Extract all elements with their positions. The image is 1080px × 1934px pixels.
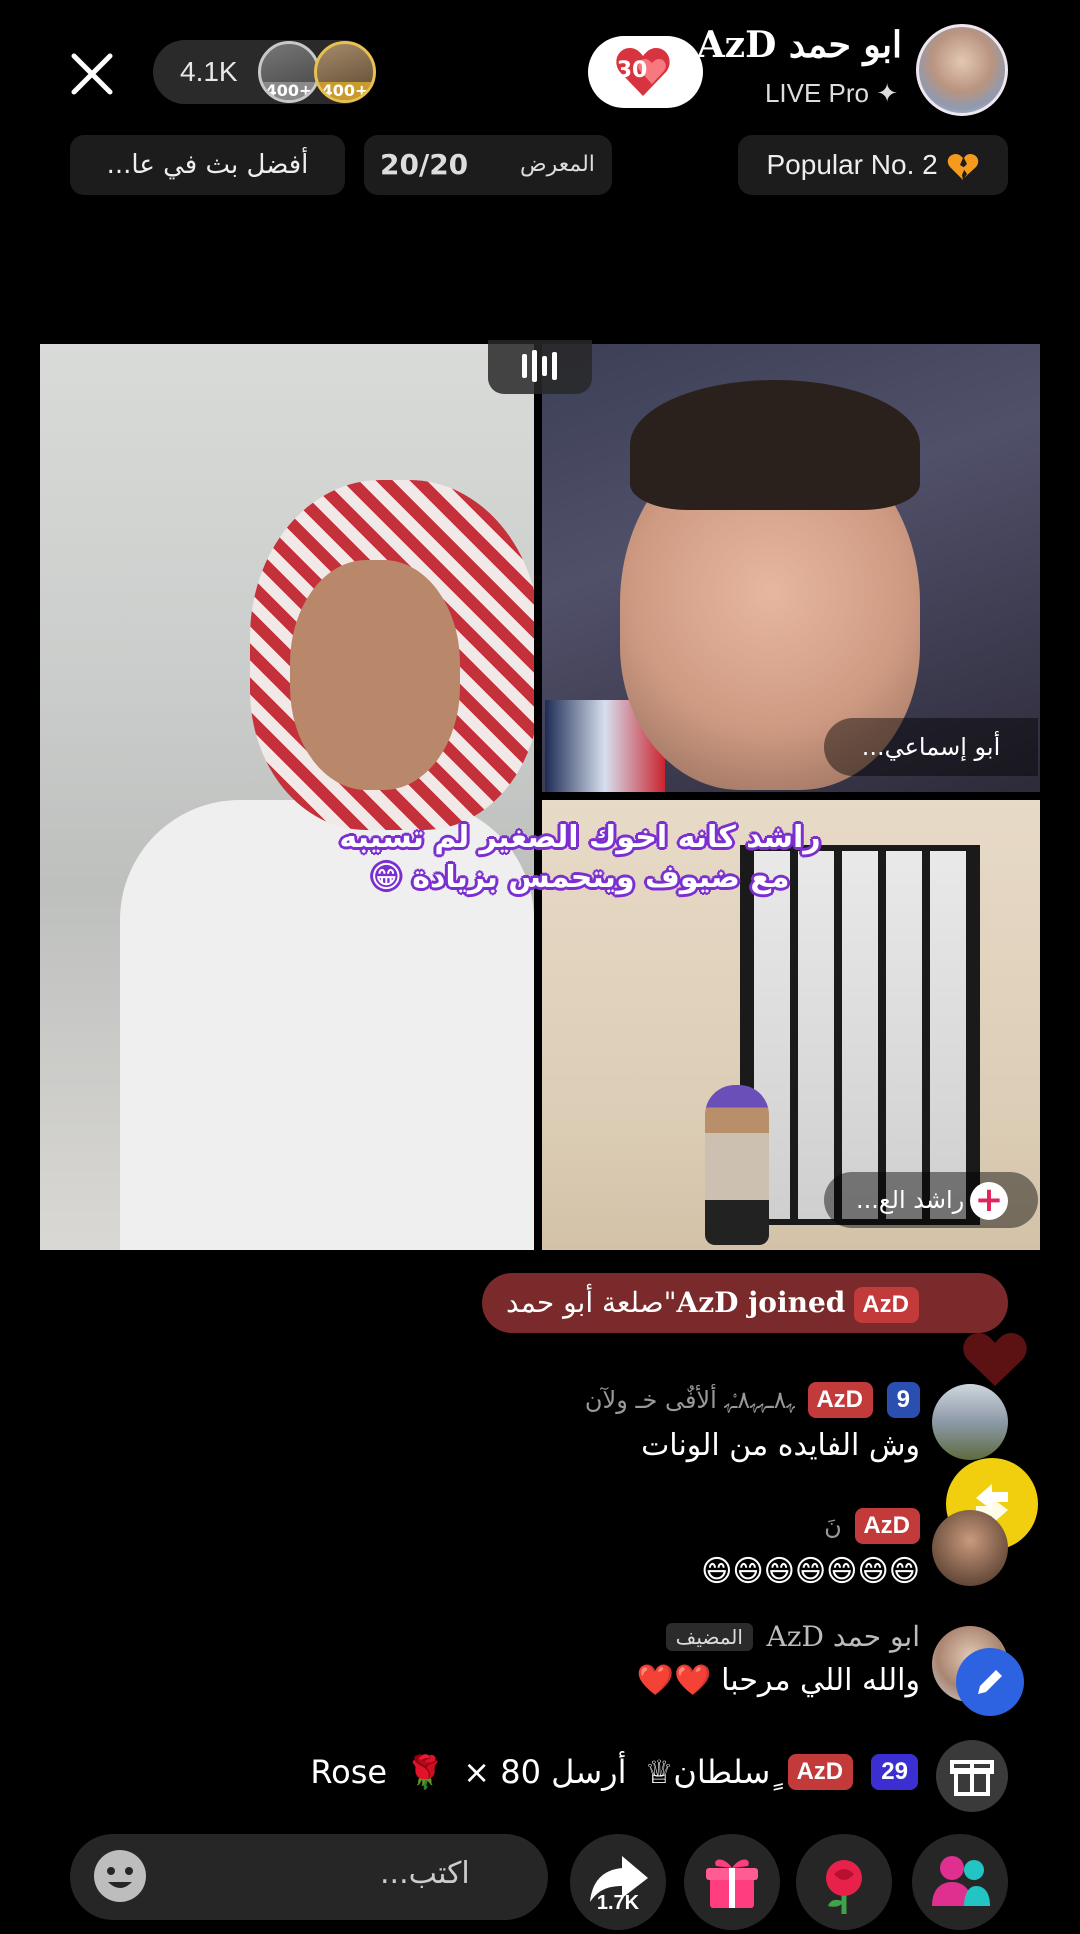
- people-icon: [932, 1856, 990, 1906]
- gallery-label: المعرض: [520, 152, 595, 177]
- host-subtitle: LIVE Pro ✦: [764, 78, 898, 108]
- rose-icon: 🌹: [405, 1753, 446, 1791]
- close-button[interactable]: [60, 42, 124, 106]
- popular-rank-chip[interactable]: Popular No. 2: [738, 135, 1008, 195]
- join-banner-username: "صلعة أبو حمد: [506, 1286, 677, 1319]
- chat-username[interactable]: ابو حمد AzD: [767, 1620, 920, 1653]
- comment-placeholder: اكتب...: [380, 1856, 470, 1891]
- chat-message-header: ابو حمد AzD المضيف: [637, 1620, 920, 1653]
- top-viewer-avatar[interactable]: 400+: [258, 41, 320, 103]
- host-tag: المضيف: [665, 1622, 753, 1651]
- gift-count: × 80: [463, 1753, 541, 1791]
- popular-rank-label: Popular No. 2: [738, 135, 1008, 195]
- gift-sender[interactable]: ٍسلطان♕: [645, 1753, 771, 1791]
- join-banner-text: AzD AzD joined"صلعة أبو حمد: [506, 1273, 919, 1333]
- fan-badge: AzD: [788, 1754, 854, 1790]
- chat-text: 😄😄😄😄😄😄😄: [701, 1554, 920, 1589]
- host-video-face: [290, 560, 460, 790]
- emoji-icon[interactable]: [88, 1844, 152, 1908]
- guest-bottom-name: راشد الع...: [856, 1186, 965, 1214]
- chat-message[interactable]: AzD نَ 😄😄😄😄😄😄😄: [701, 1508, 920, 1589]
- best-live-label: أفضل بث في عا...: [106, 150, 309, 180]
- gift-icon: [706, 1859, 758, 1908]
- chat-message-header: AzD نَ: [701, 1508, 920, 1544]
- guest-video-hair: [630, 380, 920, 510]
- audio-bars-icon: [522, 350, 557, 382]
- video-caption: راشد كانه اخوك الصغير لم تسيبه مع ضيوف و…: [300, 818, 860, 898]
- gift-box-button[interactable]: [936, 1740, 1008, 1812]
- top-viewer-avatar[interactable]: 400+: [314, 41, 376, 103]
- chat-message-header: 9 AzD ﮩ٨ـﮩﮩ٨ـ۟ﮩ ألأفٌى خـ ولآن: [579, 1382, 920, 1418]
- guest-top-name-tag[interactable]: أبو إسماعي...: [824, 718, 1038, 776]
- guest-video-person: [705, 1085, 769, 1245]
- top-viewer-badge: 400+: [317, 82, 373, 100]
- chat-username[interactable]: نَ: [824, 1512, 842, 1540]
- chat-avatar[interactable]: [932, 1384, 1008, 1460]
- caption-line: مع ضيوف ويتحمس بزيادة 😁: [370, 860, 790, 895]
- gallery-count: 20/20: [380, 148, 469, 181]
- plus-icon[interactable]: +: [970, 1182, 1008, 1220]
- tile-divider: [534, 344, 542, 1250]
- chat-message[interactable]: 9 AzD ﮩ٨ـﮩﮩ٨ـ۟ﮩ ألأفٌى خـ ولآن وش الفايد…: [579, 1382, 920, 1463]
- best-live-chip[interactable]: أفضل بث في عا...: [70, 135, 345, 195]
- level-badge: 9: [886, 1382, 920, 1418]
- rose-icon: [826, 1860, 862, 1914]
- tile-divider: [542, 792, 1040, 800]
- caption-line: راشد كانه اخوك الصغير لم تسيبه: [339, 820, 821, 855]
- chat-username[interactable]: ﮩ٨ـﮩﮩ٨ـ۟ﮩ ألأفٌى خـ ولآن: [585, 1386, 795, 1414]
- gift-message[interactable]: 29 AzD ٍسلطان♕ أرسل Rose 🌹 × 80: [302, 1745, 918, 1795]
- close-icon: [71, 53, 113, 95]
- popular-rank-text: Popular No. 2: [766, 149, 938, 180]
- level-badge: 29: [871, 1754, 918, 1790]
- rose-button[interactable]: [796, 1834, 892, 1930]
- hearts-count: 30: [616, 58, 648, 83]
- gift-box-icon: [950, 1760, 994, 1796]
- share-count: 1.7K: [596, 1892, 640, 1914]
- host-avatar[interactable]: [916, 24, 1008, 116]
- gift-button[interactable]: [684, 1834, 780, 1930]
- edit-icon: [978, 1670, 1002, 1694]
- guest-video-window: [740, 845, 980, 1225]
- chat-text: وش الفايده من الونات: [641, 1428, 920, 1463]
- viewer-count: 4.1K: [180, 56, 238, 87]
- people-button[interactable]: [912, 1834, 1008, 1930]
- fan-badge: AzD: [855, 1508, 920, 1544]
- chat-text: والله اللي مرحبا ❤️❤️: [636, 1663, 920, 1698]
- fan-badge: AzD: [854, 1287, 919, 1323]
- floating-heart-icon: [963, 1333, 1027, 1386]
- top-viewer-badge: 400+: [261, 82, 317, 100]
- share-button[interactable]: [570, 1834, 666, 1930]
- host-name[interactable]: ابو حمد AzD: [697, 24, 902, 66]
- chat-avatar[interactable]: [932, 1510, 1008, 1586]
- fan-badge: AzD: [808, 1382, 873, 1418]
- edit-button[interactable]: [956, 1648, 1024, 1716]
- share-icon: [590, 1856, 648, 1902]
- heart-broken-icon: [947, 153, 978, 180]
- join-banner-prefix: AzD joined: [676, 1286, 846, 1319]
- chat-message[interactable]: ابو حمد AzD المضيف والله اللي مرحبا ❤️❤️: [637, 1620, 920, 1698]
